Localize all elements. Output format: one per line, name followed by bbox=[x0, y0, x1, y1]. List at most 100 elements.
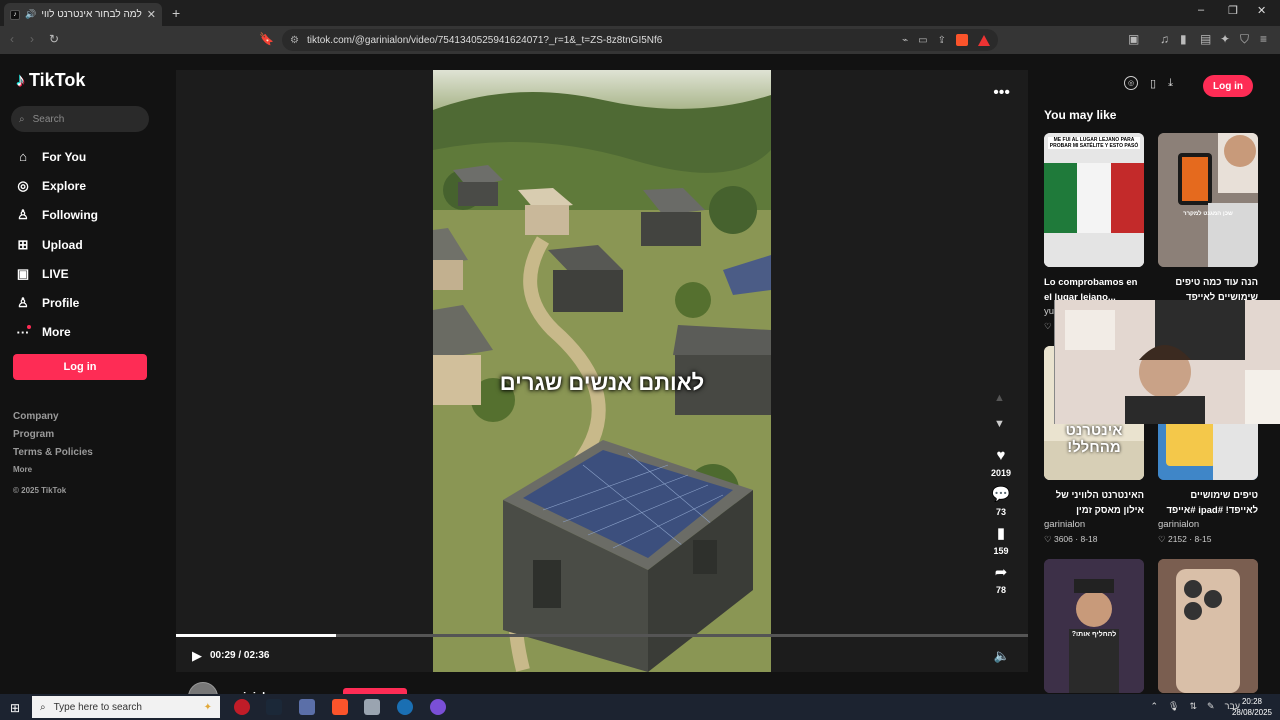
sidebar-item-label: LIVE bbox=[42, 266, 69, 281]
recommendation-card[interactable]: שכן המגנט למקרר הנה עוד כמה טיפים שימושי… bbox=[1158, 133, 1258, 305]
pen-icon[interactable]: ✎ bbox=[1207, 701, 1215, 712]
footer-link-program[interactable]: Program bbox=[13, 426, 93, 444]
leo-icon[interactable]: ✦ bbox=[1220, 32, 1230, 46]
save-action[interactable]: ▮ 159 bbox=[979, 524, 1023, 556]
card-thumbnail[interactable]: ME FUI AL LUGAR LEJANO PARA PROBAR MI SA… bbox=[1044, 133, 1144, 267]
phone-icon[interactable]: ▯ bbox=[1150, 77, 1156, 90]
sidebar-item-explore[interactable]: ◎ Explore bbox=[16, 171, 156, 200]
login-button[interactable]: Log in bbox=[13, 354, 147, 380]
share-icon[interactable]: ⇪ bbox=[938, 35, 946, 46]
minimize-icon[interactable]: – bbox=[1198, 4, 1204, 16]
sidebar-item-following[interactable]: ♙ Following bbox=[16, 201, 156, 230]
comment-icon: 💬 bbox=[991, 486, 1011, 503]
footer-link-terms[interactable]: Terms & Policies bbox=[13, 444, 93, 462]
card-thumbnail[interactable]: להחליף אותו? bbox=[1044, 559, 1144, 693]
play-icon[interactable]: ▶ bbox=[192, 648, 202, 664]
sidebar-item-label: Profile bbox=[42, 296, 80, 311]
next-video-icon[interactable]: ▼ bbox=[994, 418, 1005, 430]
clock-date: 28/08/2025 bbox=[1231, 708, 1272, 717]
mic-icon[interactable]: 🎙 bbox=[1168, 701, 1179, 712]
speaker-icon[interactable]: 🔊 bbox=[25, 9, 36, 20]
close-window-icon[interactable]: ✕ bbox=[1257, 4, 1266, 17]
card-thumbnail[interactable]: שכן המגנט למקרר bbox=[1158, 133, 1258, 267]
sidebar-item-profile[interactable]: ♙ Profile bbox=[16, 288, 156, 317]
card-stats: ♡ 3606 · 8-18 bbox=[1044, 534, 1098, 544]
comment-action[interactable]: 💬 73 bbox=[979, 485, 1023, 517]
comment-count: 73 bbox=[995, 507, 1006, 517]
footer-link-company[interactable]: Company bbox=[13, 408, 93, 426]
progress-bar[interactable] bbox=[176, 634, 1028, 637]
sidebar-item-more[interactable]: ··· More bbox=[16, 318, 156, 347]
card-overlay-text: שכן המגנט למקרר bbox=[1183, 211, 1233, 217]
compass-icon: ◎ bbox=[17, 177, 29, 193]
taskbar-search-placeholder: Type here to search bbox=[53, 701, 142, 713]
taskbar-clock[interactable]: 20:28 28/08/2025 bbox=[1232, 696, 1272, 718]
sidebar-nav: ⌂ For You ◎ Explore ♙ Following ⊞ Upload… bbox=[16, 142, 156, 347]
reader-icon[interactable]: ▣ bbox=[1128, 32, 1139, 46]
action-column: ♥ 2019 💬 73 ▮ 159 ➦ 78 bbox=[979, 446, 1023, 602]
video-stage[interactable]: לאותם אנשים שגרים ••• ▲ ▼ ♥ 2019 💬 73 ▮ … bbox=[176, 70, 1028, 672]
browser-toolbar: ‹ › ↻ 🔖 ⚙ tiktok.com/@garinialon/video/7… bbox=[0, 26, 1280, 54]
system-tray: ⌃ 🎙 ⇅ ✎ עבר bbox=[1150, 701, 1240, 712]
more-options-icon[interactable]: ••• bbox=[993, 84, 1010, 102]
app-icon-6[interactable] bbox=[397, 699, 413, 715]
recommendation-card[interactable] bbox=[1158, 559, 1258, 693]
sidebar-item-label: Following bbox=[42, 208, 98, 223]
copyright: © 2025 TikTok bbox=[13, 486, 67, 495]
bookmark-icon: ▮ bbox=[996, 525, 1006, 542]
address-bar[interactable]: ⚙ tiktok.com/@garinialon/video/754134052… bbox=[282, 29, 998, 51]
sidebar-item-upload[interactable]: ⊞ Upload bbox=[16, 230, 156, 259]
compass-small-icon[interactable]: ◎ bbox=[1124, 76, 1138, 90]
volume-icon[interactable]: 🔈 bbox=[994, 648, 1010, 664]
new-tab-icon[interactable]: + bbox=[172, 5, 180, 21]
sidebar-item-live[interactable]: ▣ LIVE bbox=[16, 259, 156, 288]
app-icon-3[interactable] bbox=[299, 699, 315, 715]
search-input[interactable]: ⌕ Search bbox=[11, 106, 149, 132]
sidebar-toggle-icon[interactable]: ▮ bbox=[1180, 32, 1187, 46]
tray-chevron-icon[interactable]: ⌃ bbox=[1150, 701, 1158, 712]
pip-icon[interactable]: ▭ bbox=[918, 35, 927, 46]
browser-tab[interactable]: ♪ 🔊 למה לבחור אינטרנט לוויני כמ... ✕ bbox=[4, 3, 162, 26]
like-action[interactable]: ♥ 2019 bbox=[979, 446, 1023, 478]
card-thumbnail[interactable] bbox=[1158, 559, 1258, 693]
webcam-overlay bbox=[1054, 300, 1280, 424]
close-tab-icon[interactable]: ✕ bbox=[147, 8, 156, 21]
brave-rewards-icon[interactable] bbox=[978, 34, 990, 46]
reload-icon[interactable]: ↻ bbox=[49, 32, 59, 46]
bookmark-icon[interactable]: 🔖 bbox=[259, 32, 274, 46]
share-action[interactable]: ➦ 78 bbox=[979, 563, 1023, 595]
app-icon-5[interactable] bbox=[364, 699, 380, 715]
media-icon[interactable]: ♫ bbox=[1160, 32, 1169, 46]
vpn-icon[interactable]: ⛉ bbox=[1240, 32, 1249, 47]
tiktok-favicon-icon: ♪ bbox=[10, 9, 20, 20]
iphone-image bbox=[1158, 559, 1258, 693]
recommendation-card[interactable]: להחליף אותו? bbox=[1044, 559, 1144, 693]
download-icon[interactable]: ⤓ bbox=[1168, 77, 1173, 90]
back-icon[interactable]: ‹ bbox=[10, 32, 14, 46]
network-icon[interactable]: ⇅ bbox=[1189, 701, 1197, 712]
search-icon: ⌕ bbox=[19, 113, 25, 125]
wallet-icon[interactable]: ▤ bbox=[1200, 32, 1211, 46]
steam-icon[interactable] bbox=[266, 699, 282, 715]
brave-taskbar-icon[interactable] bbox=[332, 699, 348, 715]
windows-start-icon[interactable]: ⊞ bbox=[10, 701, 20, 715]
app-icon-1[interactable] bbox=[234, 699, 250, 715]
tiktok-logo[interactable]: ♪ TikTok bbox=[16, 70, 85, 91]
forward-icon[interactable]: › bbox=[30, 32, 34, 46]
brave-shields-icon[interactable] bbox=[956, 34, 968, 46]
video-frame[interactable]: לאותם אנשים שגרים bbox=[433, 70, 771, 672]
menu-icon[interactable]: ≡ bbox=[1260, 32, 1267, 46]
taskbar-search-input[interactable]: ⌕ Type here to search ✦ bbox=[32, 696, 220, 718]
card-title: האינטרנט הלוויני של אילון מאסק זמין בישר… bbox=[1055, 490, 1144, 516]
card-title: טיפים שימושיים לאייפד! #ipad #אייפד bbox=[1166, 490, 1258, 516]
sidebar-item-label: More bbox=[42, 325, 71, 340]
app-icon-7[interactable] bbox=[430, 699, 446, 715]
tv-icon: ▣ bbox=[16, 265, 30, 281]
restore-icon[interactable]: ❐ bbox=[1228, 4, 1238, 17]
footer-link-more[interactable]: More bbox=[13, 462, 93, 478]
cast-icon[interactable]: ⌁ bbox=[902, 35, 908, 46]
previous-video-icon[interactable]: ▲ bbox=[994, 392, 1005, 404]
site-info-icon[interactable]: ⚙ bbox=[290, 35, 299, 46]
sidebar-item-for-you[interactable]: ⌂ For You bbox=[16, 142, 156, 171]
login-top-button[interactable]: Log in bbox=[1203, 75, 1253, 97]
